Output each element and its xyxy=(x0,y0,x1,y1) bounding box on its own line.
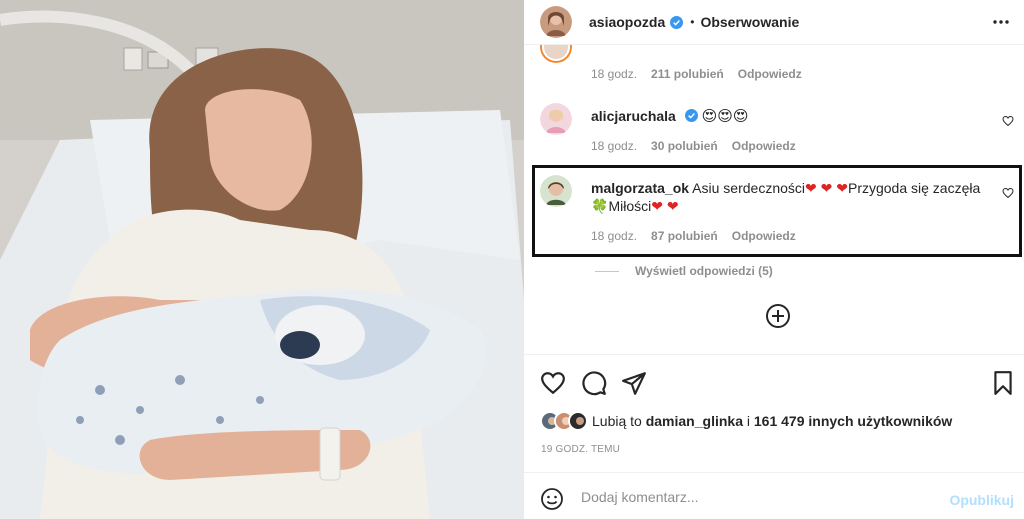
post-timestamp[interactable]: 19 GODZ. TEMU xyxy=(541,444,620,455)
likes-featured-user[interactable]: damian_glinka xyxy=(646,413,743,429)
likes-middle: i xyxy=(746,413,750,429)
comment-time: 18 godz. xyxy=(591,139,638,153)
comment-bubble-icon[interactable] xyxy=(581,370,607,396)
comment-reply-button[interactable]: Odpowiedz xyxy=(732,139,796,153)
comment-hearts-1: ❤ ❤ ❤ xyxy=(805,180,848,196)
comment-avatar[interactable] xyxy=(540,45,572,63)
comment-hearts-2: ❤ ❤ xyxy=(651,198,679,214)
post-side-panel: asiaopozda • Obserwowanie 18 godz. 211 p… xyxy=(524,0,1024,519)
likes-others-count[interactable]: 161 479 innych użytkowników xyxy=(754,413,952,429)
comment-clover-emoji: 🍀 xyxy=(591,198,609,214)
comment-reply-button[interactable]: Odpowiedz xyxy=(738,67,802,81)
comment-time: 18 godz. xyxy=(591,67,638,81)
like-heart-icon[interactable] xyxy=(540,370,566,396)
view-replies-label: Wyświetl odpowiedzi (5) xyxy=(635,264,773,278)
comment-item: 18 godz. 211 polubień Odpowiedz xyxy=(524,45,1024,91)
more-options-icon[interactable] xyxy=(992,13,1010,31)
comment-reply-button[interactable]: Odpowiedz xyxy=(732,229,796,243)
author-avatar[interactable] xyxy=(540,6,572,38)
comment-likes[interactable]: 87 polubień xyxy=(651,229,718,243)
comment-body: alicjaruchala 😍😍😍 xyxy=(591,107,991,126)
publish-comment-button[interactable]: Opublikuj xyxy=(949,492,1014,508)
comment-likes[interactable]: 211 polubień xyxy=(651,67,724,81)
comment-avatar[interactable] xyxy=(540,175,572,207)
comment-body: malgorzata_ok Asiu serdeczności❤ ❤ ❤Przy… xyxy=(591,179,991,215)
comment-likes[interactable]: 30 polubień xyxy=(651,139,718,153)
view-replies-button[interactable]: Wyświetl odpowiedzi (5) xyxy=(595,264,773,278)
comment-item: malgorzata_ok Asiu serdeczności❤ ❤ ❤Przy… xyxy=(524,175,1024,255)
comment-avatar[interactable] xyxy=(540,103,572,135)
share-paper-plane-icon[interactable] xyxy=(621,370,647,396)
comment-meta: 18 godz. 211 polubień Odpowiedz xyxy=(591,67,802,81)
comment-text-part3: Miłości xyxy=(608,198,652,214)
post-header: asiaopozda • Obserwowanie xyxy=(524,0,1024,44)
likers-avatars[interactable] xyxy=(540,410,592,432)
verified-badge-icon xyxy=(670,15,684,29)
comments-list[interactable]: 18 godz. 211 polubień Odpowiedz alicjaru… xyxy=(524,44,1024,354)
comment-item: alicjaruchala 😍😍😍 18 godz. 30 polubień O… xyxy=(524,103,1024,163)
comment-username[interactable]: alicjaruchala xyxy=(591,108,676,124)
likes-prefix: Lubią to xyxy=(592,413,642,429)
comment-username[interactable]: malgorzata_ok xyxy=(591,180,689,196)
post-actions-bar xyxy=(524,354,1024,410)
save-bookmark-icon[interactable] xyxy=(990,370,1016,396)
author-username[interactable]: asiaopozda xyxy=(589,14,665,30)
comment-meta: 18 godz. 87 polubień Odpowiedz xyxy=(591,229,796,243)
comment-text-part1: Asiu serdeczności xyxy=(692,180,805,196)
comment-time: 18 godz. xyxy=(591,229,638,243)
replies-line xyxy=(595,270,619,272)
post-photo xyxy=(0,0,524,519)
add-comment-bar: Opublikuj xyxy=(524,472,1024,519)
load-more-comments-icon[interactable] xyxy=(765,303,791,329)
comment-like-heart-icon[interactable] xyxy=(1002,187,1014,199)
comment-text-part2: Przygoda się zaczęła xyxy=(847,180,981,196)
likes-summary: Lubią to damian_glinka i 161 479 innych … xyxy=(540,410,952,432)
verified-badge-icon xyxy=(684,109,698,122)
add-comment-input[interactable] xyxy=(581,484,931,510)
comment-text: 😍😍😍 xyxy=(701,108,749,125)
liker-avatar xyxy=(568,411,588,431)
comment-meta: 18 godz. 30 polubień Odpowiedz xyxy=(591,139,796,153)
header-separator: • xyxy=(690,15,695,29)
photo-illustration xyxy=(0,0,524,519)
comment-like-heart-icon[interactable] xyxy=(1002,115,1014,127)
follow-status-button[interactable]: Obserwowanie xyxy=(700,14,799,30)
likes-text: Lubią to damian_glinka i 161 479 innych … xyxy=(592,413,952,429)
emoji-picker-icon[interactable] xyxy=(540,487,564,511)
